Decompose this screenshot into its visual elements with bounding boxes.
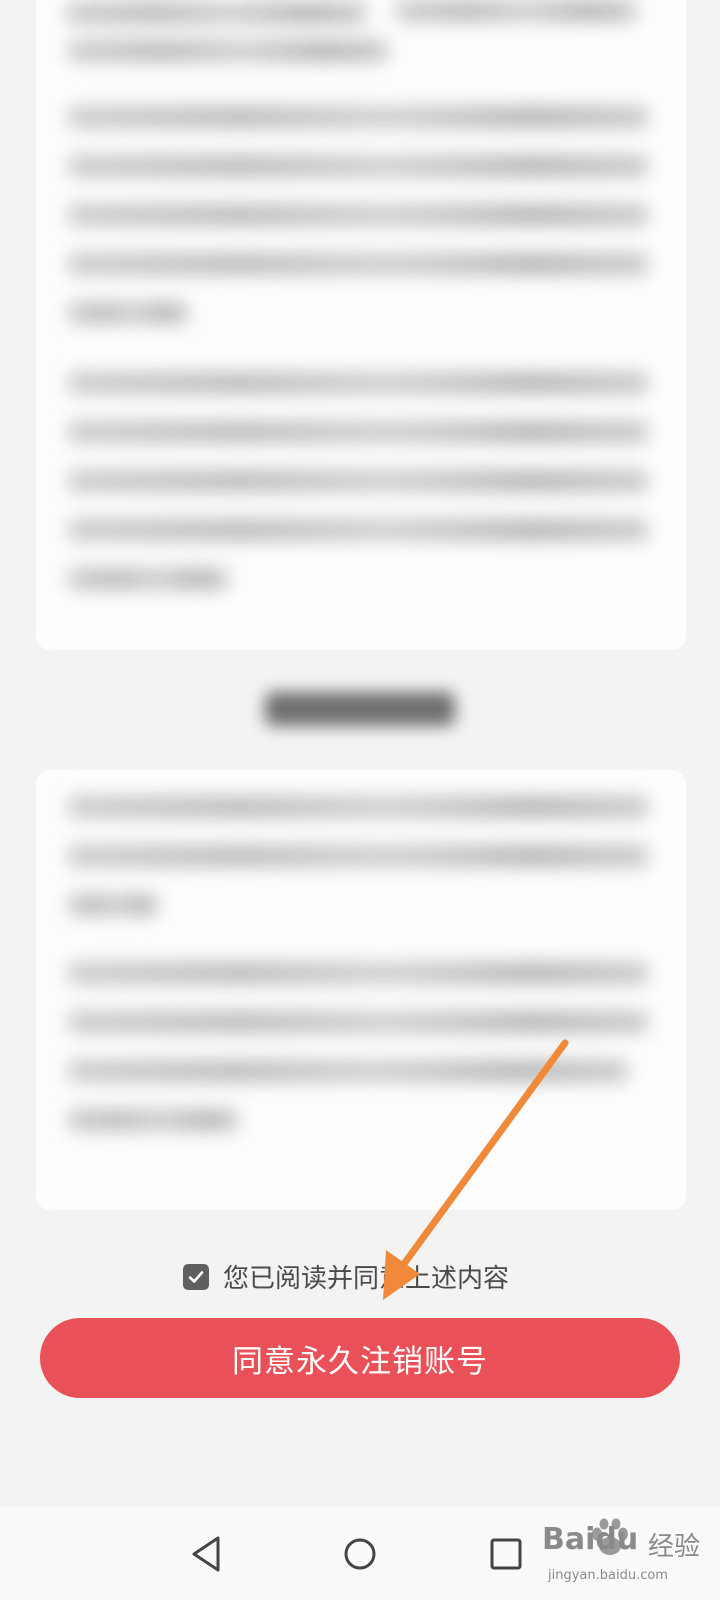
baidu-jingyan-watermark: Baidu 经验 jingyan.baidu.com	[542, 1512, 720, 1594]
confirm-delete-account-button[interactable]: 同意永久注销账号	[40, 1318, 680, 1398]
terms-card-top	[36, 0, 686, 650]
agreement-row[interactable]: 您已阅读并同意上述内容	[183, 1258, 509, 1295]
watermark-url: jingyan.baidu.com	[548, 1568, 668, 1583]
home-circle-icon[interactable]	[340, 1534, 380, 1574]
blurred-notice-text	[36, 770, 686, 1210]
watermark-brand: Baidu	[542, 1522, 639, 1557]
back-triangle-icon[interactable]	[188, 1534, 224, 1574]
agreement-checkbox[interactable]	[183, 1263, 209, 1290]
terms-card-bottom	[36, 770, 686, 1210]
watermark-brand-suffix: 经验	[648, 1532, 701, 1562]
blurred-section-heading	[0, 692, 720, 735]
blurred-terms-text	[36, 0, 686, 650]
checkmark-icon	[188, 1270, 204, 1283]
agreement-label: 您已阅读并同意上述内容	[223, 1264, 510, 1294]
recents-square-icon[interactable]	[488, 1534, 524, 1574]
